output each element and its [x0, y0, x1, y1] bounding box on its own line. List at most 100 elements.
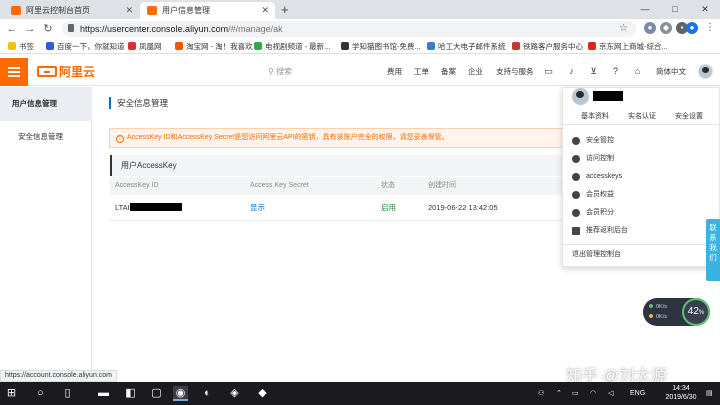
menu-bar — [8, 71, 20, 73]
menu-item-access-control[interactable]: 访问控制 — [572, 152, 614, 166]
extension-icon[interactable]: ● — [644, 22, 656, 34]
nav-enterprise[interactable]: 企业 — [468, 58, 483, 86]
console-header: 阿里云 ⚲ 搜索 费用 工单 备案 企业 支持与服务 ▭ ♪ ⊻ ? ⌂ 简体中… — [0, 58, 720, 86]
battery-icon[interactable]: ▭ — [572, 382, 579, 405]
memory-percent: 42% — [682, 298, 710, 326]
bookmark-item[interactable]: 书签 — [8, 39, 34, 54]
menu-item-accesskeys[interactable]: accesskeys — [572, 170, 622, 184]
bookmark-item[interactable]: 学知猫图书馆-免费... — [341, 39, 421, 54]
language-switch[interactable]: 简体中文 — [656, 58, 686, 86]
help-icon[interactable]: ? — [610, 66, 621, 77]
clock-date: 2019/6/30 — [665, 394, 697, 401]
bookmark-star-icon[interactable]: ☆ — [619, 21, 628, 37]
language-indicator[interactable]: ENG — [630, 382, 645, 405]
chrome-icon[interactable]: ◉ — [173, 386, 188, 401]
search-icon[interactable]: ○ — [33, 386, 48, 401]
url-input[interactable]: https://usercenter.console.aliyun.com/#/… — [62, 21, 636, 37]
bookmark-item[interactable]: 电视剧频道 - 最新... — [254, 39, 330, 54]
browser-icon[interactable]: ◐ — [200, 386, 215, 401]
sidebar-item-security[interactable]: 安全信息管理 — [0, 129, 92, 145]
menu-item-referral[interactable]: 推荐返利后台 — [572, 224, 628, 238]
jd-icon — [588, 42, 596, 50]
download-speed-text: 0K/s — [656, 314, 668, 320]
tab-basic-info[interactable]: 基本资料 — [581, 109, 609, 125]
close-icon[interactable]: ✕ — [261, 2, 269, 19]
address-bar-row: ← → ↻ https://usercenter.console.aliyun.… — [0, 19, 720, 39]
nav-tickets[interactable]: 工单 — [414, 58, 429, 86]
nav-icp[interactable]: 备案 — [441, 58, 456, 86]
points-icon — [572, 209, 580, 217]
bookmark-label: 哈工大电子邮件系统 — [438, 42, 506, 51]
maximize-button[interactable]: □ — [660, 0, 690, 19]
aliyun-logo[interactable]: 阿里云 — [37, 65, 95, 79]
tab-security-settings[interactable]: 安全设置 — [675, 109, 703, 125]
app-icon[interactable]: ◆ — [255, 386, 270, 401]
menu-item-member-points[interactable]: 会员积分 — [572, 206, 614, 220]
shield-extension-icon[interactable]: ◆ — [660, 22, 672, 34]
status-badge: 启用 — [381, 203, 396, 212]
bookmark-item[interactable]: 淘宝网 - 淘！我喜欢 — [175, 39, 253, 54]
forward-arrow-icon[interactable]: → — [22, 21, 38, 37]
tray-arrow-icon[interactable]: ⌃ — [556, 382, 562, 405]
folder-icon — [8, 42, 16, 50]
upload-dot-icon — [649, 304, 653, 308]
people-icon[interactable]: ⚇ — [538, 382, 544, 405]
tab-real-name[interactable]: 实名认证 — [628, 109, 656, 125]
shield-app-icon[interactable]: ◈ — [227, 386, 242, 401]
nav-support[interactable]: 支持与服务 — [496, 58, 534, 86]
app-icon[interactable]: ▢ — [149, 386, 164, 401]
url-path: /#/manage/ak — [228, 24, 283, 34]
dropdown-avatar — [572, 88, 589, 105]
logout-button[interactable]: 退出管理控制台 — [572, 248, 621, 262]
network-speed-widget[interactable]: 0K/s 0K/s 42% — [643, 298, 710, 326]
menu-kebab-icon[interactable]: ⋮ — [704, 22, 716, 34]
system-clock[interactable]: 14:34 2019/6/30 — [660, 384, 702, 402]
bookmark-label: 书签 — [19, 42, 34, 51]
tv-icon — [254, 42, 262, 50]
ifeng-icon — [128, 42, 136, 50]
task-view-icon[interactable]: ▯ — [60, 386, 75, 401]
accesskey-id-cell: LTAI — [115, 195, 182, 221]
show-secret-link[interactable]: 显示 — [250, 195, 265, 221]
close-window-button[interactable]: ✕ — [690, 0, 720, 19]
store-icon[interactable]: ◧ — [123, 386, 138, 401]
home-icon[interactable]: ⌂ — [632, 66, 643, 77]
key-icon — [572, 155, 580, 163]
close-icon[interactable]: ✕ — [125, 2, 133, 19]
back-arrow-icon[interactable]: ← — [4, 21, 20, 37]
menu-item-security-control[interactable]: 安全管控 — [572, 134, 614, 148]
windows-start-icon[interactable]: ⊞ — [4, 386, 19, 401]
browser-tab-strip: 阿里云控制台首页 ✕ 用户信息管理 ✕ + — □ ✕ — [0, 0, 720, 19]
menu-item-label: 安全管控 — [586, 137, 614, 144]
bookmark-item[interactable]: 哈工大电子邮件系统 — [427, 39, 506, 54]
cart-icon[interactable]: ⊻ — [588, 66, 599, 77]
minimize-button[interactable]: — — [630, 0, 660, 19]
alert-text: AccessKey ID和AccessKey Secret是您访问阿里云API的… — [127, 134, 449, 141]
nav-billing[interactable]: 费用 — [387, 58, 402, 86]
volume-icon[interactable]: ◁ — [608, 382, 613, 405]
menu-icon[interactable] — [0, 58, 28, 86]
railway-icon — [512, 42, 520, 50]
bookmark-label: 电视剧频道 - 最新... — [265, 42, 331, 51]
wifi-icon[interactable]: ◠ — [590, 382, 596, 405]
bookmark-item[interactable]: 京东网上商城-综合... — [588, 39, 668, 54]
profile-icon[interactable]: ● — [686, 22, 698, 34]
menu-item-member-benefits[interactable]: 会员权益 — [572, 188, 614, 202]
shield-icon — [572, 137, 580, 145]
upload-speed-text: 0K/s — [656, 304, 668, 310]
tab-console-home[interactable]: 阿里云控制台首页 ✕ — [4, 2, 139, 19]
new-tab-button[interactable]: + — [281, 1, 289, 18]
contact-us-button[interactable]: 联 系 我 们 — [706, 219, 720, 281]
reload-icon[interactable]: ↻ — [40, 21, 56, 37]
terminal-icon[interactable]: ▭ — [543, 66, 554, 77]
bookmark-item[interactable]: 铁路客户服务中心 — [512, 39, 583, 54]
tab-user-info[interactable]: 用户信息管理 ✕ — [140, 2, 275, 19]
notification-icon[interactable]: ▤ — [706, 382, 713, 405]
header-search[interactable]: ⚲ 搜索 — [268, 58, 292, 86]
file-explorer-icon[interactable]: ▬ — [96, 386, 111, 401]
column-header: Access Key Secret — [250, 182, 309, 189]
bookmark-item[interactable]: 百度一下，你就知道 — [46, 39, 125, 54]
bookmark-item[interactable]: 凤凰网 — [128, 39, 162, 54]
bell-icon[interactable]: ♪ — [566, 66, 577, 77]
user-avatar[interactable] — [698, 64, 713, 79]
